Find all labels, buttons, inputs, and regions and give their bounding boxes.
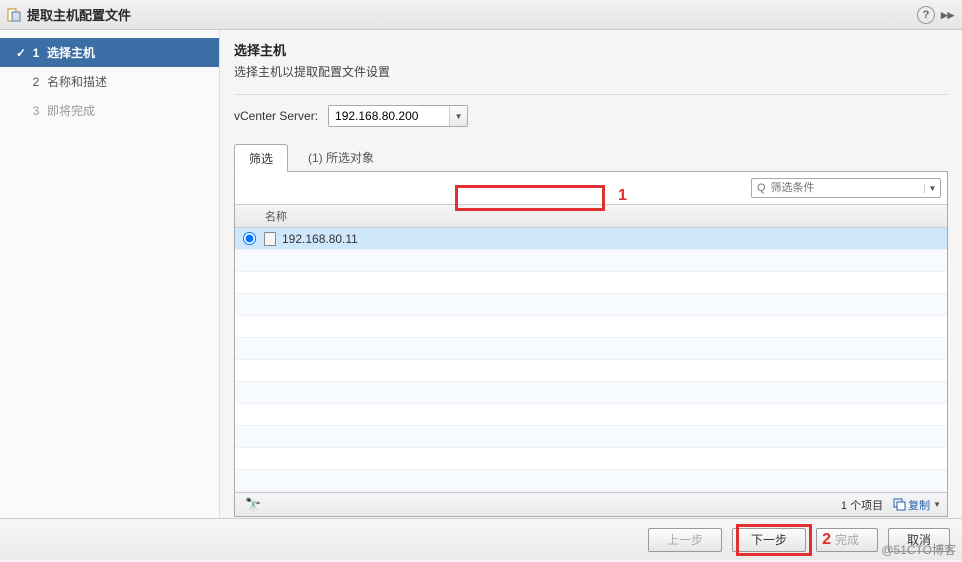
check-icon: ✓ <box>14 46 28 60</box>
vcenter-row: vCenter Server: ▼ <box>234 105 948 127</box>
titlebar: 提取主机配置文件 ? ▸▸ <box>0 0 962 30</box>
table-row <box>235 316 947 338</box>
vcenter-combo[interactable]: ▼ <box>328 105 468 127</box>
table-row <box>235 294 947 316</box>
main-panel: 选择主机 选择主机以提取配置文件设置 vCenter Server: ▼ 筛选 … <box>220 30 962 518</box>
search-icon: Q <box>752 182 771 194</box>
table-row <box>235 360 947 382</box>
table-row <box>235 426 947 448</box>
grid-tabs: 筛选 (1) 所选对象 <box>234 143 948 172</box>
step-name-description[interactable]: 2 名称和描述 <box>0 67 219 96</box>
table-row[interactable]: 192.168.80.11 <box>235 228 947 250</box>
tab-filter[interactable]: 筛选 <box>234 144 288 172</box>
table-row <box>235 272 947 294</box>
help-icon[interactable]: ? <box>917 6 935 24</box>
table-row <box>235 250 947 272</box>
grid-footer: 🔭 1 个项目 复制 ▼ <box>235 492 947 516</box>
page-heading: 选择主机 <box>234 40 948 59</box>
tab-selected-objects[interactable]: (1) 所选对象 <box>294 144 388 172</box>
filter-input[interactable] <box>771 182 924 194</box>
pin-icon[interactable]: ▸▸ <box>939 7 956 23</box>
back-button: 上一步 <box>648 528 722 552</box>
step-select-host[interactable]: ✓ 1 选择主机 <box>0 38 219 67</box>
step-ready-to-complete[interactable]: 3 即将完成 <box>0 96 219 125</box>
finish-button: 完成 <box>816 528 878 552</box>
table-row <box>235 470 947 492</box>
button-row: 上一步 下一步 完成 取消 2 <box>0 518 962 560</box>
row-ip: 192.168.80.11 <box>282 232 358 246</box>
dialog-body: ✓ 1 选择主机 2 名称和描述 3 即将完成 选择主机 选择主机以提取配置文件… <box>0 30 962 518</box>
table-row <box>235 338 947 360</box>
filter-box[interactable]: Q ▼ <box>751 178 941 198</box>
next-button[interactable]: 下一步 <box>732 528 806 552</box>
column-header-name[interactable]: 名称 <box>235 204 947 228</box>
chevron-down-icon[interactable]: ▼ <box>933 500 941 509</box>
table-row <box>235 382 947 404</box>
table-row <box>235 448 947 470</box>
binoculars-icon[interactable]: 🔭 <box>241 497 265 513</box>
host-profile-icon <box>6 7 22 23</box>
host-icon <box>264 232 276 246</box>
chevron-down-icon[interactable]: ▼ <box>449 106 467 126</box>
grid-rows: 192.168.80.11 <box>235 228 947 492</box>
copy-button[interactable]: 复制 ▼ <box>893 497 941 513</box>
cancel-button[interactable]: 取消 <box>888 528 950 552</box>
item-count: 1 个项目 <box>841 497 883 513</box>
table-row <box>235 404 947 426</box>
dialog-title: 提取主机配置文件 <box>27 5 131 24</box>
vcenter-input[interactable] <box>329 106 449 126</box>
page-subheading: 选择主机以提取配置文件设置 <box>234 63 948 80</box>
grid: Q ▼ 名称 192.168.80.11 <box>234 172 948 517</box>
wizard-sidebar: ✓ 1 选择主机 2 名称和描述 3 即将完成 <box>0 30 220 518</box>
row-radio[interactable] <box>243 232 256 245</box>
chevron-down-icon[interactable]: ▼ <box>924 184 940 193</box>
vcenter-label: vCenter Server: <box>234 109 318 123</box>
